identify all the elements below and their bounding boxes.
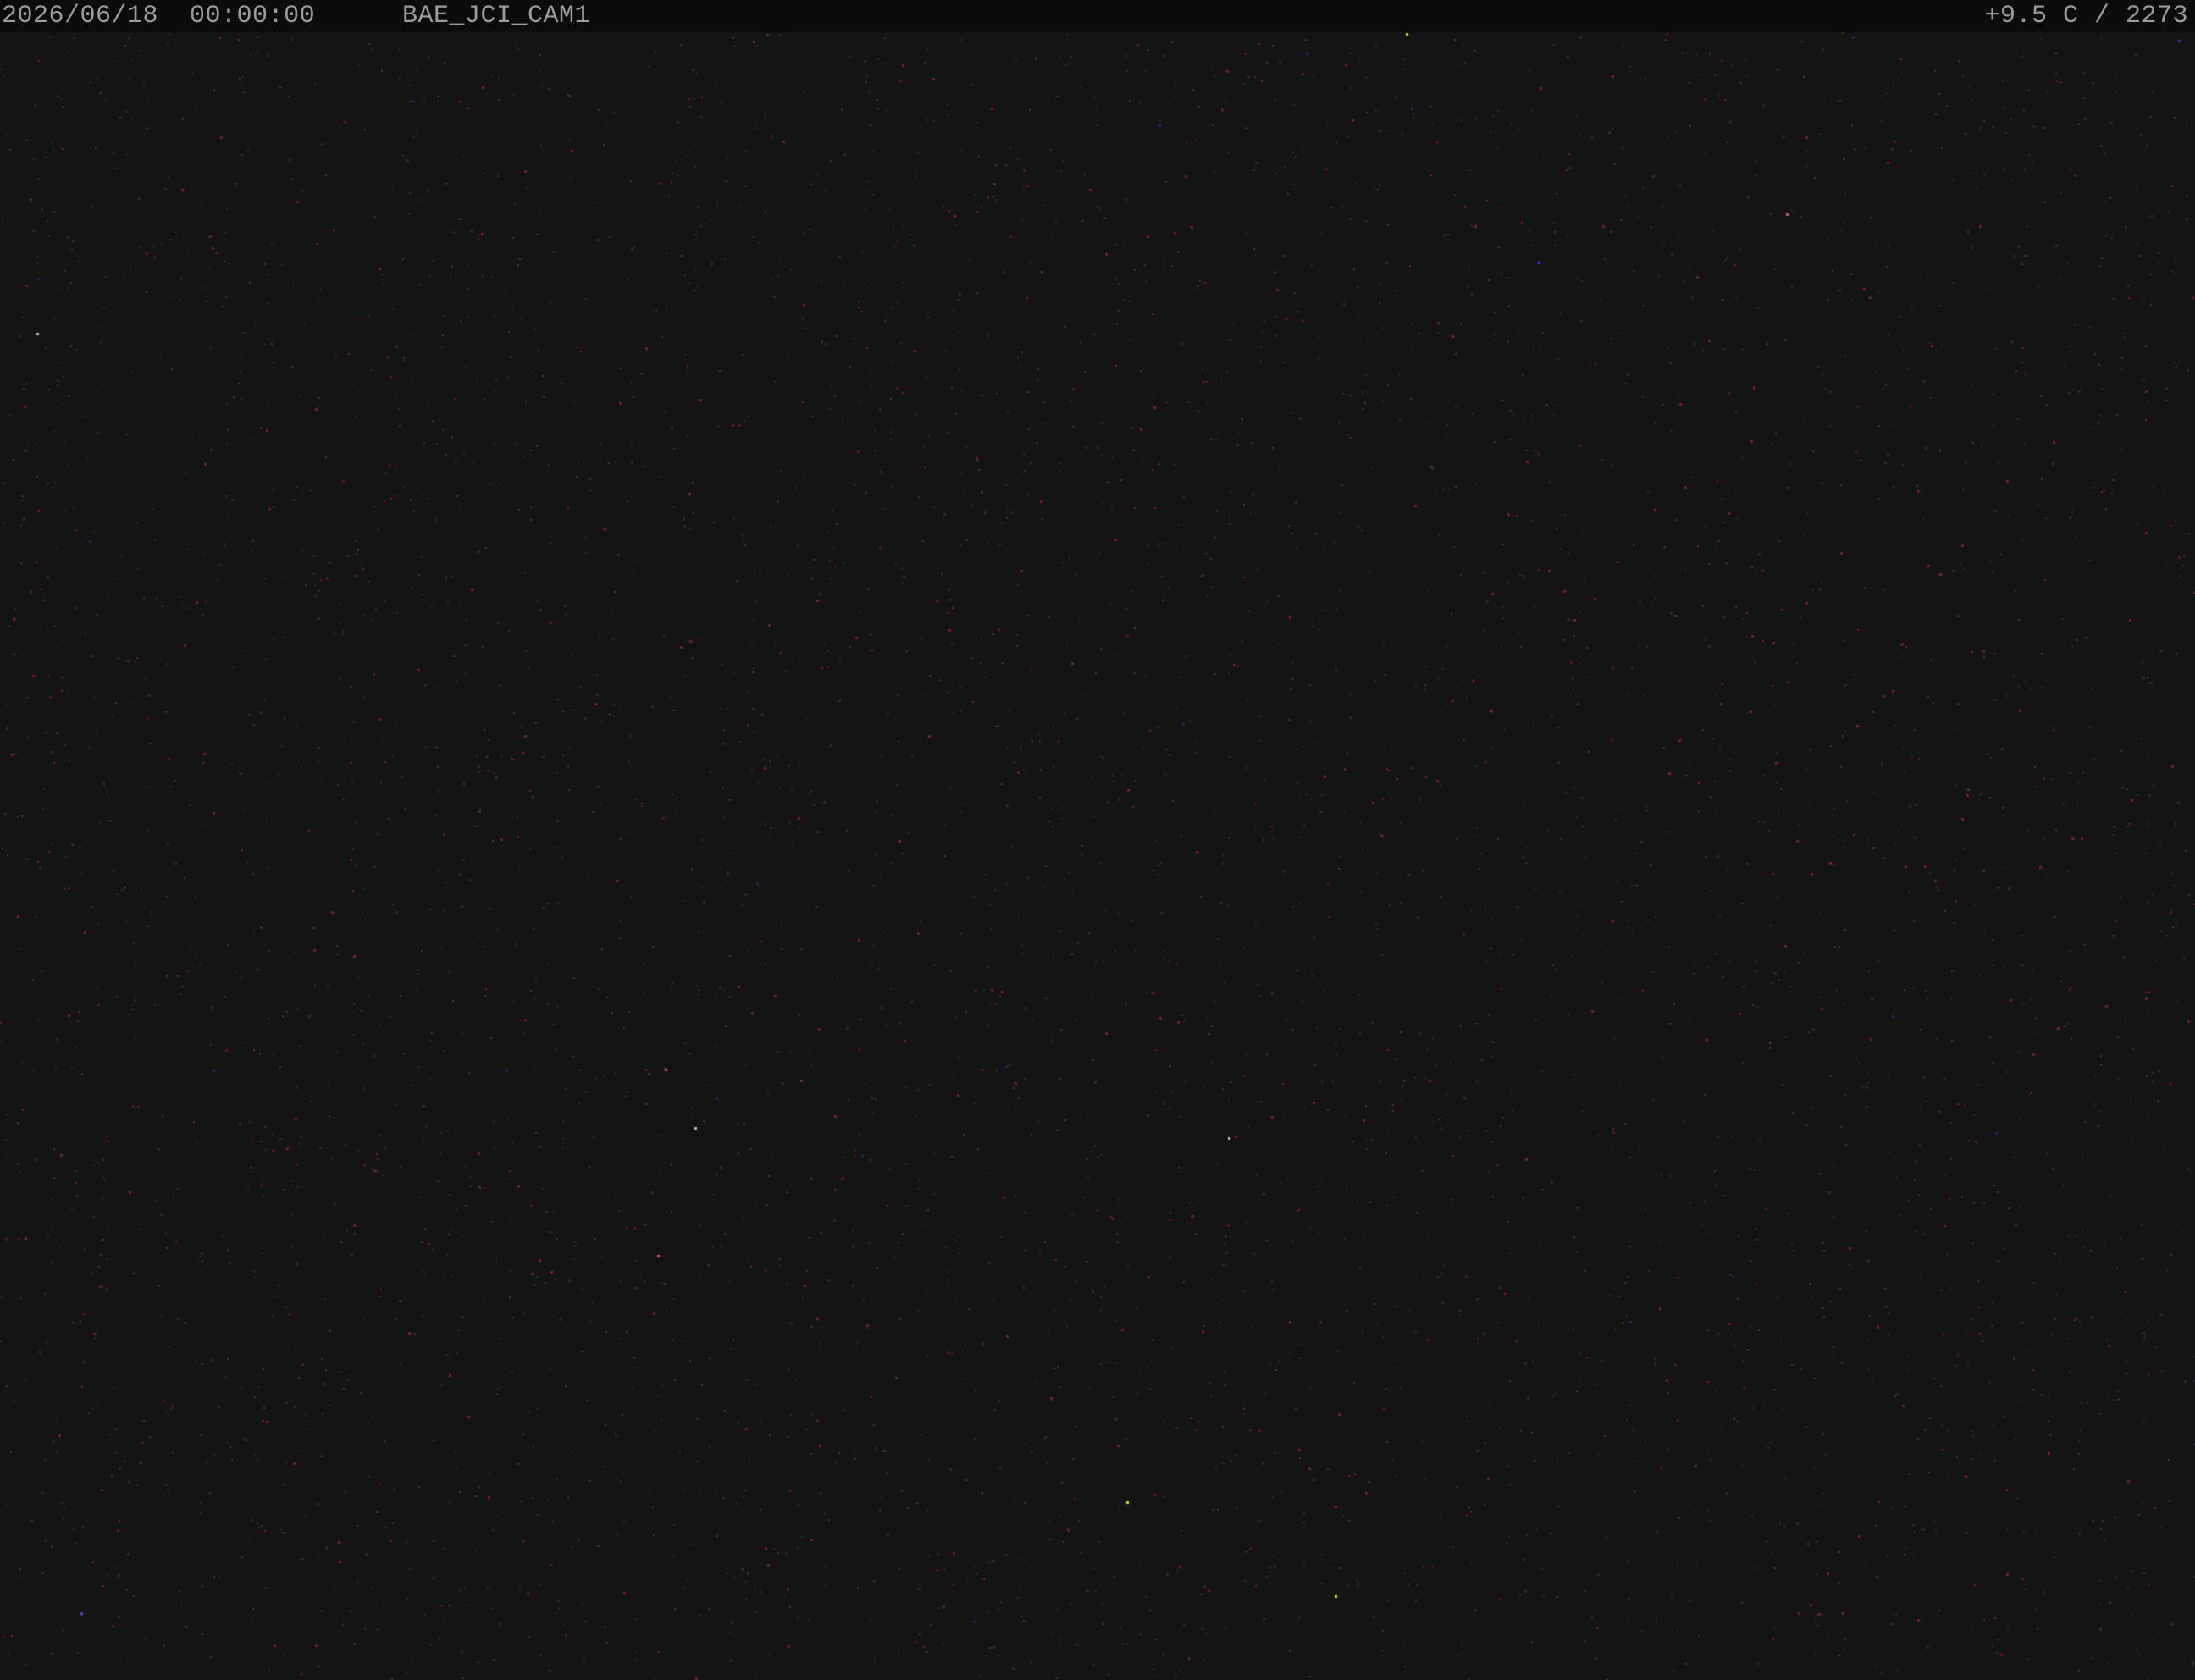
osd-time: 00:00:00	[190, 2, 316, 30]
camera-frame: 2026/06/18 00:00:00 BAE_JCI_CAM1 +9.5 C …	[0, 0, 2195, 1680]
osd-date: 2026/06/18	[2, 2, 159, 30]
osd-timestamp: 2026/06/18 00:00:00	[2, 2, 315, 30]
osd-status-readout: +9.5 C / 2273	[1984, 2, 2188, 30]
osd-camera-name: BAE_JCI_CAM1	[402, 2, 591, 30]
osd-overlay-bar: 2026/06/18 00:00:00 BAE_JCI_CAM1 +9.5 C …	[0, 0, 2195, 32]
night-sky-noise-image	[0, 32, 2195, 1680]
